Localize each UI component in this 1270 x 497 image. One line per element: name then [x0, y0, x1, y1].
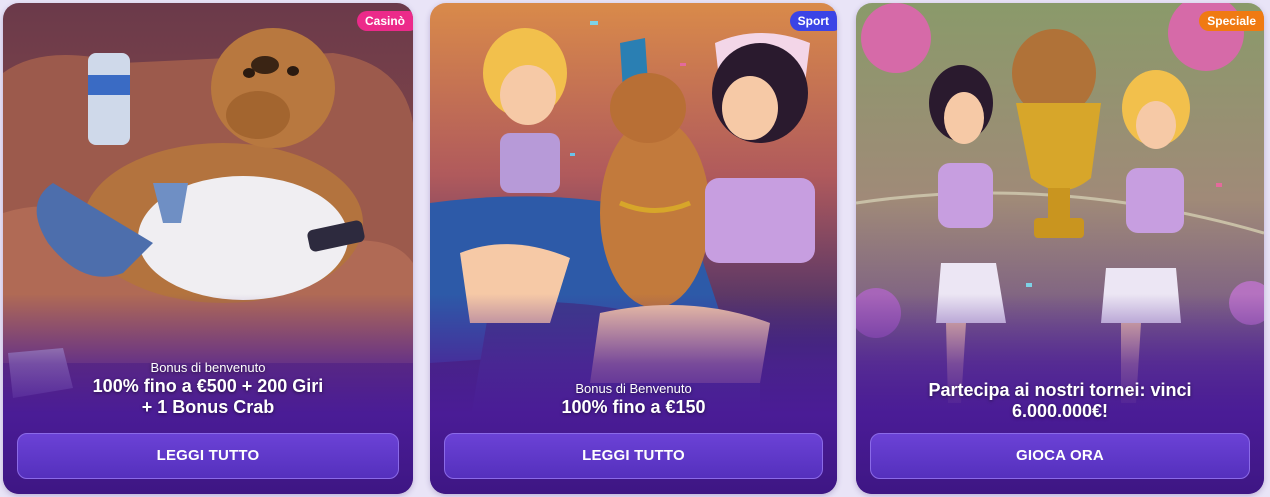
read-more-button[interactable]: LEGGI TUTTO — [444, 433, 823, 479]
offer-title-line-1: 100% fino a €500 + 200 Giri — [92, 376, 324, 396]
offer-text: Bonus di Benvenuto 100% fino a €150 — [440, 381, 827, 418]
offer-text: Partecipa ai nostri tornei: vinci 6.000.… — [866, 380, 1254, 422]
offer-subtitle: Bonus di benvenuto — [150, 360, 266, 375]
offer-text: Bonus di benvenuto 100% fino a €500 + 20… — [13, 360, 403, 418]
play-now-button[interactable]: GIOCA ORA — [870, 433, 1250, 479]
category-badge-sport: Sport — [789, 11, 837, 31]
offer-title-line-2: 6.000.000€! — [1011, 401, 1109, 421]
promo-card-special[interactable]: Speciale Partecipa ai nostri tornei: vin… — [856, 3, 1264, 494]
category-badge-special: Speciale — [1199, 11, 1264, 31]
offer-title-line-1: 100% fino a €150 — [561, 397, 706, 417]
offer-title-line-1: Partecipa ai nostri tornei: vinci — [928, 380, 1192, 400]
offer-subtitle: Bonus di Benvenuto — [575, 381, 692, 396]
promo-card-casino[interactable]: Casinò Bonus di benvenuto 100% fino a €5… — [3, 3, 413, 494]
promo-card-sport[interactable]: Sport Bonus di Benvenuto 100% fino a €15… — [430, 3, 837, 494]
category-badge-casino: Casinò — [356, 11, 413, 31]
read-more-button[interactable]: LEGGI TUTTO — [17, 433, 399, 479]
offer-title-line-2: + 1 Bonus Crab — [141, 397, 275, 417]
